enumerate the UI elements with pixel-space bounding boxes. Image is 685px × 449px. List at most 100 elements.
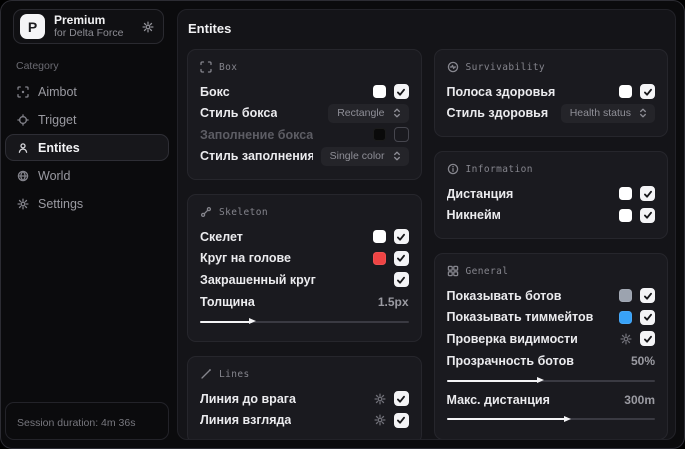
section-title: Skeleton [219, 206, 268, 218]
select-стиль-здоровья[interactable]: Health status [560, 103, 655, 123]
slider-fill [200, 320, 253, 323]
color-swatch[interactable] [372, 85, 386, 99]
session-box: Session duration: 4m 36s [5, 402, 169, 440]
slider[interactable] [446, 376, 656, 385]
slider-thumb[interactable] [564, 415, 572, 422]
sidebar-item-label: Entites [38, 140, 80, 155]
setting-row-заполнение-бокса: Заполнение бокса [200, 124, 409, 146]
setting-label: Стиль бокса [200, 106, 278, 121]
slider-setting-макс-дистанция: Макс. дистанция 300m [446, 388, 656, 427]
color-swatch[interactable] [372, 230, 386, 244]
sidebar-item-trigget[interactable]: Trigget [5, 106, 169, 133]
sidebar-item-label: Trigget [38, 112, 77, 127]
setting-label: Стиль здоровья [446, 106, 549, 121]
slider-value: 300m [624, 392, 655, 407]
slider-value: 50% [630, 354, 655, 369]
checkbox[interactable] [393, 391, 409, 407]
slider-thumb[interactable] [249, 318, 257, 324]
setting-row-проверка-видимости: Проверка видимости [446, 328, 655, 350]
sidebar-item-settings[interactable]: Settings [5, 190, 169, 217]
setting-label: Проверка видимости [446, 331, 578, 346]
select-стиль-заполнения[interactable]: Single color [320, 146, 409, 166]
slider-value: 1.5px [377, 295, 409, 310]
color-swatch[interactable] [619, 289, 632, 303]
checkbox[interactable] [640, 186, 655, 202]
box-icon [200, 61, 212, 73]
chevrons-up-down-icon [637, 107, 649, 119]
setting-label: Круг на голове [200, 251, 291, 266]
slider-setting-толщина: Толщина 1.5px [200, 291, 409, 330]
slider[interactable] [200, 317, 409, 326]
settings-icon[interactable] [373, 414, 386, 426]
logo-initial: P [27, 18, 38, 35]
section-lines: Lines Линия до врага Линия взгляда [187, 356, 422, 439]
app-logo: P [20, 14, 45, 39]
gear-icon[interactable] [142, 20, 154, 33]
slider-thumb[interactable] [537, 377, 545, 383]
sidebar-item-aimbot[interactable]: Aimbot [5, 78, 169, 105]
slider-setting-прозрачность-ботов: Прозрачность ботов 50% [446, 350, 656, 389]
color-swatch[interactable] [619, 85, 632, 99]
settings-icon[interactable] [373, 393, 386, 405]
color-swatch[interactable] [619, 310, 632, 324]
checkbox[interactable] [393, 272, 409, 288]
setting-row-круг-на-голове: Круг на голове [200, 248, 409, 270]
sidebar-item-entites[interactable]: Entites [5, 134, 169, 161]
section-header: Box [200, 61, 409, 73]
checkbox[interactable] [640, 288, 655, 304]
section-skeleton: Skeleton Скелет Круг на голове Закрашенный … [187, 194, 422, 342]
setting-label: Заполнение бокса [200, 127, 314, 142]
setting-label: Полоса здоровья [446, 84, 556, 99]
setting-label: Дистанция [446, 186, 514, 201]
slider-fill [446, 418, 568, 420]
checkbox[interactable] [393, 250, 409, 266]
settings-icon[interactable] [620, 333, 632, 345]
sidebar-item-label: World [38, 168, 71, 183]
setting-label: Толщина [200, 295, 255, 310]
setting-label: Макс. дистанция [446, 392, 550, 407]
color-swatch[interactable] [372, 128, 386, 142]
color-swatch[interactable] [619, 187, 632, 201]
app-window: P Premium for Delta Force Category Aimbo… [0, 0, 685, 449]
setting-label: Линия до врага [200, 391, 296, 406]
select-стиль-бокса[interactable]: Rectangle [328, 103, 409, 123]
setting-row-бокс: Бокс [200, 81, 409, 103]
entites-icon [17, 142, 29, 154]
section-header: Lines [200, 368, 409, 380]
setting-label: Стиль заполнения [200, 149, 313, 164]
setting-row-линия-взгляда: Линия взгляда [200, 410, 409, 432]
setting-row-показывать-тиммейтов: Показывать тиммейтов [447, 307, 655, 329]
section-title: General [465, 265, 509, 277]
general-icon [447, 265, 459, 277]
checkbox[interactable] [393, 412, 409, 428]
checkbox[interactable] [640, 84, 655, 100]
setting-row-стиль-заполнения: Стиль заполнения Single color [200, 146, 409, 168]
color-swatch[interactable] [619, 208, 632, 222]
slider[interactable] [446, 415, 656, 424]
setting-label: Прозрачность ботов [446, 354, 574, 369]
app-subtitle: for Delta Force [54, 27, 124, 40]
setting-row-никнейм: Никнейм [446, 205, 655, 227]
sidebar-item-label: Settings [38, 196, 84, 211]
world-icon [17, 170, 29, 182]
checkbox[interactable] [640, 309, 655, 325]
setting-row-полоса-здоровья: Полоса здоровья [446, 81, 655, 103]
setting-row-стиль-здоровья: Стиль здоровья Health status [446, 103, 655, 125]
page-title: Entites [188, 21, 232, 36]
section-title: Survivability [465, 61, 546, 73]
sidebar: P Premium for Delta Force Category Aimbo… [1, 1, 173, 448]
skeleton-icon [200, 206, 212, 218]
sidebar-item-world[interactable]: World [5, 162, 169, 189]
color-swatch[interactable] [372, 251, 386, 265]
checkbox[interactable] [640, 207, 655, 223]
checkbox[interactable] [393, 84, 409, 100]
setting-label: Никнейм [446, 208, 501, 223]
logo-card: P Premium for Delta Force [13, 9, 164, 44]
checkbox[interactable] [393, 127, 409, 143]
survivability-icon [447, 61, 459, 73]
checkbox[interactable] [640, 331, 655, 347]
section-general: General Показывать ботов Показывать тиммей… [433, 253, 668, 439]
section-title: Lines [219, 368, 250, 380]
section-title: Information [465, 163, 533, 175]
checkbox[interactable] [393, 229, 409, 245]
